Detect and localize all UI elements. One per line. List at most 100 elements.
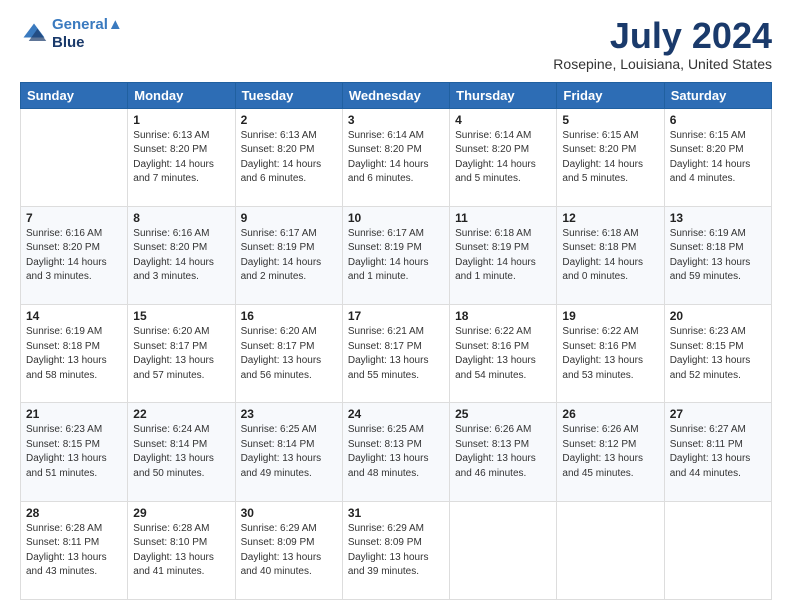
day-number: 12 (562, 211, 658, 225)
day-number: 27 (670, 407, 766, 421)
day-number: 17 (348, 309, 444, 323)
calendar-cell: 15Sunrise: 6:20 AMSunset: 8:17 PMDayligh… (128, 305, 235, 403)
day-number: 25 (455, 407, 551, 421)
day-number: 22 (133, 407, 229, 421)
cell-text: Sunrise: 6:16 AMSunset: 8:20 PMDaylight:… (26, 227, 122, 285)
calendar-cell (664, 501, 771, 599)
calendar-cell: 23Sunrise: 6:25 AMSunset: 8:14 PMDayligh… (235, 403, 342, 501)
calendar-cell: 18 Sunrise: 6:22 AMSunset: 8:16 PMDayligh… (450, 305, 557, 403)
cell-text: Sunrise: 6:28 AMSunset: 8:10 PMDaylight:… (133, 522, 229, 580)
day-number: 15 (133, 309, 229, 323)
day-header-thursday: Thursday (450, 82, 557, 108)
day-number: 29 (133, 506, 229, 520)
calendar-cell: 27 Sunrise: 6:27 AMSunset: 8:11 PMDayligh… (664, 403, 771, 501)
cell-text: Sunrise: 6:21 AMSunset: 8:17 PMDaylight:… (348, 325, 444, 383)
day-number: 4 (455, 113, 551, 127)
day-number: 8 (133, 211, 229, 225)
logo-text: General▲ Blue (52, 16, 123, 52)
day-header-sunday: Sunday (21, 82, 128, 108)
location: Rosepine, Louisiana, United States (553, 56, 772, 72)
calendar-cell: 9 Sunrise: 6:17 AMSunset: 8:19 PMDaylight… (235, 206, 342, 304)
day-number: 13 (670, 211, 766, 225)
cell-text: Sunrise: 6:17 AMSunset: 8:19 PMDaylight:… (241, 227, 337, 285)
day-number: 11 (455, 211, 551, 225)
day-number: 21 (26, 407, 122, 421)
day-number: 26 (562, 407, 658, 421)
cell-text: Sunrise: 6:13 AMSunset: 8:20 PMDaylight:… (241, 129, 337, 187)
calendar-cell: 21 Sunrise: 6:23 AMSunset: 8:15 PMDayligh… (21, 403, 128, 501)
cell-text: Sunrise: 6:18 AMSunset: 8:19 PMDaylight:… (455, 227, 551, 285)
cell-text: Sunrise: 6:14 AMSunset: 8:20 PMDaylight:… (455, 129, 551, 187)
cell-text: Sunrise: 6:27 AMSunset: 8:11 PMDaylight:… (670, 423, 766, 481)
calendar-week-2: 7 Sunrise: 6:16 AMSunset: 8:20 PMDaylight… (21, 206, 772, 304)
cell-text: Sunrise: 6:15 AMSunset: 8:20 PMDaylight:… (562, 129, 658, 187)
day-number: 2 (241, 113, 337, 127)
calendar-cell: 5Sunrise: 6:15 AMSunset: 8:20 PMDaylight… (557, 108, 664, 206)
calendar-cell: 10 Sunrise: 6:17 AMSunset: 8:19 PMDayligh… (342, 206, 449, 304)
calendar-cell: 11 Sunrise: 6:18 AMSunset: 8:19 PMDayligh… (450, 206, 557, 304)
calendar-week-5: 28 Sunrise: 6:28 AMSunset: 8:11 PMDayligh… (21, 501, 772, 599)
day-number: 3 (348, 113, 444, 127)
calendar-cell: 16 Sunrise: 6:20 AMSunset: 8:17 PMDayligh… (235, 305, 342, 403)
day-number: 18 (455, 309, 551, 323)
calendar-week-4: 21 Sunrise: 6:23 AMSunset: 8:15 PMDayligh… (21, 403, 772, 501)
day-header-wednesday: Wednesday (342, 82, 449, 108)
title-block: July 2024 Rosepine, Louisiana, United St… (553, 16, 772, 72)
calendar-cell: 22 Sunrise: 6:24 AMSunset: 8:14 PMDayligh… (128, 403, 235, 501)
calendar-cell: 25Sunrise: 6:26 AMSunset: 8:13 PMDayligh… (450, 403, 557, 501)
day-number: 10 (348, 211, 444, 225)
calendar-cell: 14 Sunrise: 6:19 AMSunset: 8:18 PMDayligh… (21, 305, 128, 403)
day-number: 6 (670, 113, 766, 127)
logo-line1b: ▲ (108, 16, 123, 33)
day-number: 1 (133, 113, 229, 127)
cell-text: Sunrise: 6:17 AMSunset: 8:19 PMDaylight:… (348, 227, 444, 285)
logo-line1: General (52, 16, 108, 33)
day-header-saturday: Saturday (664, 82, 771, 108)
calendar-cell: 31 Sunrise: 6:29 AMSunset: 8:09 PMDayligh… (342, 501, 449, 599)
day-header-tuesday: Tuesday (235, 82, 342, 108)
calendar-cell: 13Sunrise: 6:19 AMSunset: 8:18 PMDayligh… (664, 206, 771, 304)
day-number: 31 (348, 506, 444, 520)
cell-text: Sunrise: 6:29 AMSunset: 8:09 PMDaylight:… (241, 522, 337, 580)
day-number: 14 (26, 309, 122, 323)
calendar-cell: 4 Sunrise: 6:14 AMSunset: 8:20 PMDaylight… (450, 108, 557, 206)
cell-text: Sunrise: 6:13 AMSunset: 8:20 PMDaylight:… (133, 129, 229, 187)
day-number: 28 (26, 506, 122, 520)
cell-text: Sunrise: 6:29 AMSunset: 8:09 PMDaylight:… (348, 522, 444, 580)
calendar-cell: 29 Sunrise: 6:28 AMSunset: 8:10 PMDayligh… (128, 501, 235, 599)
month-title: July 2024 (553, 16, 772, 56)
calendar-week-1: 1 Sunrise: 6:13 AMSunset: 8:20 PMDaylight… (21, 108, 772, 206)
logo-icon (20, 20, 48, 48)
calendar-header-row: SundayMondayTuesdayWednesdayThursdayFrid… (21, 82, 772, 108)
calendar-cell: 2 Sunrise: 6:13 AMSunset: 8:20 PMDaylight… (235, 108, 342, 206)
cell-text: Sunrise: 6:23 AMSunset: 8:15 PMDaylight:… (26, 423, 122, 481)
cell-text: Sunrise: 6:22 AMSunset: 8:16 PMDaylight:… (562, 325, 658, 383)
cell-text: Sunrise: 6:22 AMSunset: 8:16 PMDaylight:… (455, 325, 551, 383)
day-header-friday: Friday (557, 82, 664, 108)
cell-text: Sunrise: 6:15 AMSunset: 8:20 PMDaylight:… (670, 129, 766, 187)
cell-text: Sunrise: 6:16 AMSunset: 8:20 PMDaylight:… (133, 227, 229, 285)
calendar-cell: 20Sunrise: 6:23 AMSunset: 8:15 PMDayligh… (664, 305, 771, 403)
day-number: 24 (348, 407, 444, 421)
day-number: 7 (26, 211, 122, 225)
page: General▲ Blue July 2024 Rosepine, Louisi… (0, 0, 792, 612)
day-number: 16 (241, 309, 337, 323)
cell-text: Sunrise: 6:14 AMSunset: 8:20 PMDaylight:… (348, 129, 444, 187)
header: General▲ Blue July 2024 Rosepine, Louisi… (20, 16, 772, 72)
cell-text: Sunrise: 6:20 AMSunset: 8:17 PMDaylight:… (241, 325, 337, 383)
calendar-cell: 26Sunrise: 6:26 AMSunset: 8:12 PMDayligh… (557, 403, 664, 501)
calendar-table: SundayMondayTuesdayWednesdayThursdayFrid… (20, 82, 772, 600)
calendar-cell: 28 Sunrise: 6:28 AMSunset: 8:11 PMDayligh… (21, 501, 128, 599)
day-number: 19 (562, 309, 658, 323)
cell-text: Sunrise: 6:18 AMSunset: 8:18 PMDaylight:… (562, 227, 658, 285)
calendar-cell: 1 Sunrise: 6:13 AMSunset: 8:20 PMDaylight… (128, 108, 235, 206)
calendar-cell (21, 108, 128, 206)
cell-text: Sunrise: 6:28 AMSunset: 8:11 PMDaylight:… (26, 522, 122, 580)
logo-line2: Blue (52, 34, 123, 52)
cell-text: Sunrise: 6:24 AMSunset: 8:14 PMDaylight:… (133, 423, 229, 481)
cell-text: Sunrise: 6:19 AMSunset: 8:18 PMDaylight:… (26, 325, 122, 383)
calendar-week-3: 14 Sunrise: 6:19 AMSunset: 8:18 PMDayligh… (21, 305, 772, 403)
calendar-cell: 24Sunrise: 6:25 AMSunset: 8:13 PMDayligh… (342, 403, 449, 501)
calendar-cell: 19 Sunrise: 6:22 AMSunset: 8:16 PMDayligh… (557, 305, 664, 403)
day-number: 9 (241, 211, 337, 225)
